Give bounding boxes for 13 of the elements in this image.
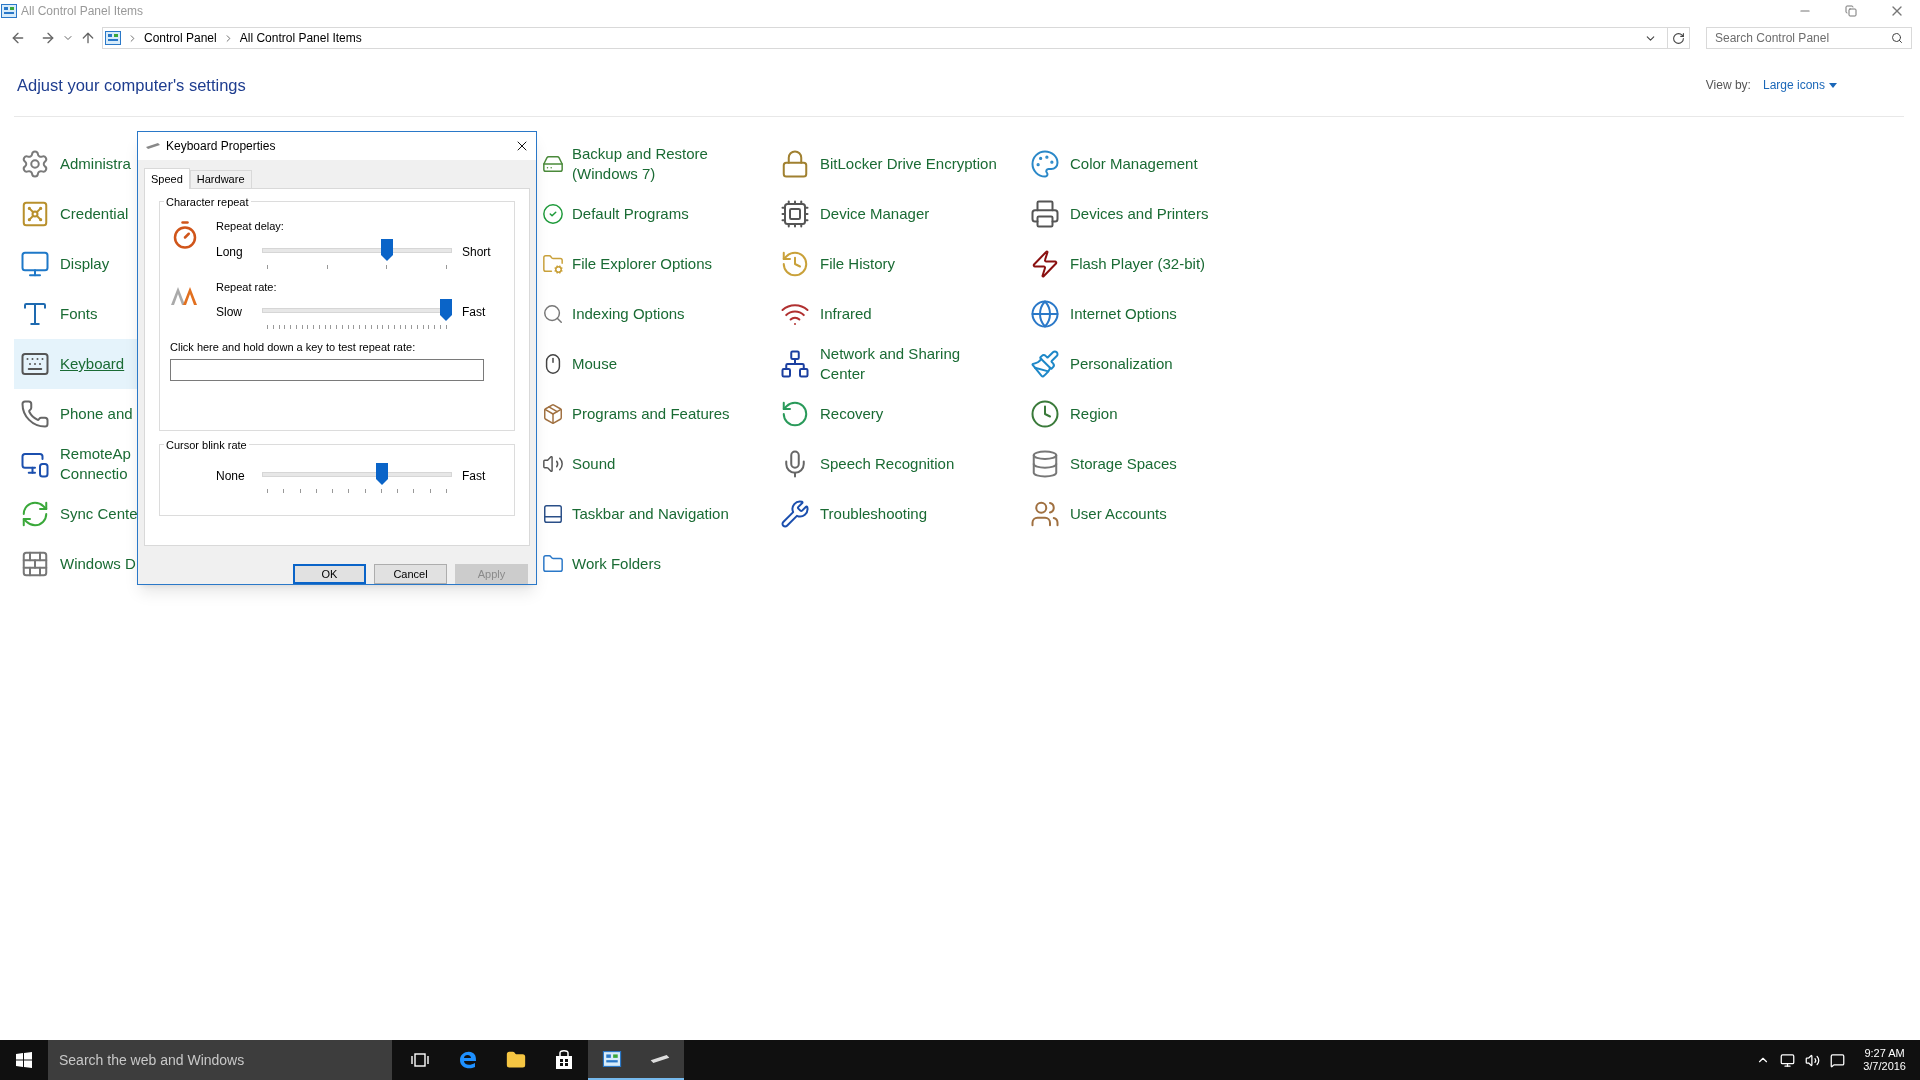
- slider-min-label: Slow: [216, 304, 243, 321]
- test-instruction: Click here and hold down a key to test repeat rate:: [170, 340, 417, 355]
- slider-max-label: Fast: [462, 304, 486, 321]
- dialog-title: Keyboard Properties: [166, 138, 276, 155]
- slider-max-label: Fast: [462, 468, 486, 485]
- slider-max-label: Short: [462, 243, 491, 261]
- view-by-label: View by:: [1705, 77, 1751, 94]
- slider-label: Repeat rate:: [216, 279, 278, 295]
- slider-min-label: Long: [216, 243, 244, 261]
- page-heading: Adjust your computer's settings: [17, 74, 246, 96]
- slider-label: Repeat delay:: [216, 219, 285, 234]
- slider-min-label: None: [216, 468, 246, 485]
- window-title: All Control Panel Items: [21, 3, 144, 20]
